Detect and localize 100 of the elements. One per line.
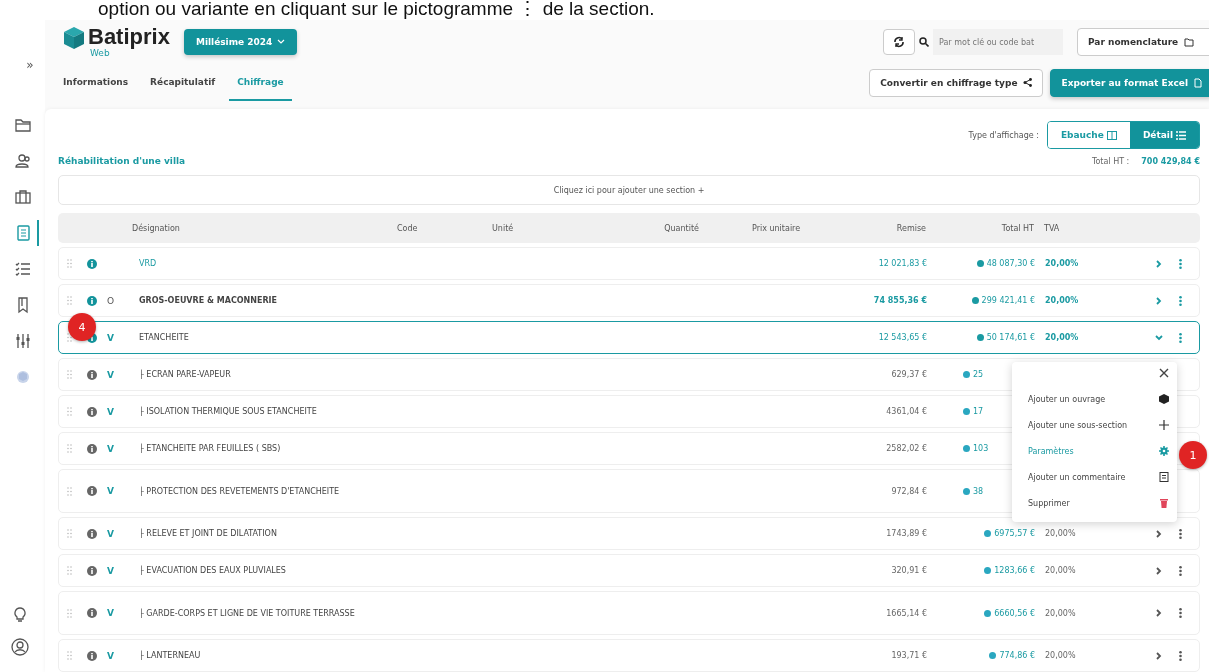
drag-handle-icon[interactable] xyxy=(67,259,72,268)
discount-value: 12 021,83 € xyxy=(877,259,927,268)
total-value: 299 421,41 € xyxy=(927,296,1035,305)
settings-icon xyxy=(1159,446,1169,456)
designation-text: ├ ECRAN PARE-VAPEUR xyxy=(138,369,232,380)
total-label: Total HT : xyxy=(1091,156,1130,166)
export-button[interactable]: Exporter au format Excel xyxy=(1050,68,1209,97)
subsection-row[interactable]: V ├ GARDE-CORPS ET LIGNE DE VIE TOITURE TERRASSE 1665,14 € 6660,56 € 20,00% xyxy=(58,591,1200,635)
refresh-button[interactable] xyxy=(883,29,915,56)
list-icon xyxy=(1176,130,1186,140)
user-avatar-icon[interactable] xyxy=(11,638,29,656)
checklist-icon xyxy=(14,260,32,278)
menu-item-label: Ajouter une sous-section xyxy=(1028,420,1128,430)
column-header: Prix unitaire xyxy=(751,223,802,233)
column-header: Remise xyxy=(895,223,926,233)
menu-item[interactable]: Supprimer xyxy=(1028,490,1169,516)
more-options-icon[interactable] xyxy=(1178,650,1182,661)
file-icon xyxy=(1194,77,1202,88)
more-options-icon[interactable] xyxy=(1178,332,1182,343)
designation-text: ├ PROTECTION DES REVETEMENTS D'ETANCHEITE xyxy=(138,485,341,497)
more-options-icon[interactable] xyxy=(1178,565,1182,576)
drag-handle-icon[interactable] xyxy=(67,296,72,305)
drag-handle-icon[interactable] xyxy=(67,529,72,538)
designation-text: ├ ISOLATION THERMIQUE SOUS ETANCHEITE xyxy=(138,406,318,417)
logo-cube-icon xyxy=(62,26,86,51)
chevron-right-icon xyxy=(1155,529,1163,538)
display-type-label: Type d'affichage : xyxy=(968,130,1039,140)
chevron-down-icon xyxy=(1155,333,1163,342)
nomenclature-button[interactable]: Par nomenclature xyxy=(1077,28,1209,57)
column-header: Quantité xyxy=(663,223,699,233)
drag-handle-icon[interactable] xyxy=(67,566,72,575)
tab[interactable]: Récapitulatif xyxy=(142,67,224,101)
trash-icon xyxy=(1159,498,1169,508)
drag-handle-icon[interactable] xyxy=(67,333,72,342)
menu-item[interactable]: Paramètres xyxy=(1028,438,1169,464)
note-icon xyxy=(1159,472,1169,482)
add-section-bar[interactable]: Cliquez ici pour ajouter une section + xyxy=(58,175,1200,205)
total-value: 48 087,30 € xyxy=(927,259,1035,268)
more-options-icon[interactable] xyxy=(1178,608,1182,618)
expand-toggle[interactable]: » xyxy=(26,58,34,92)
designation-text: ├ ETANCHEITE PAR FEUILLES ( SBS) xyxy=(138,443,282,454)
subsection-row[interactable]: V ├ LANTERNEAU 193,71 € 774,86 € 20,00% xyxy=(58,639,1200,672)
section-row[interactable]: O GROS-OEUVRE & MACONNERIE 74 855,36 € 299 421,41 € 20,00% xyxy=(58,284,1200,317)
total-value: 6975,57 € xyxy=(927,529,1035,538)
variant-marker[interactable]: O xyxy=(107,295,133,306)
discount-value: 972,84 € xyxy=(890,486,927,496)
logo-subtitle: Web xyxy=(90,48,110,59)
discount-value: 193,71 € xyxy=(890,651,927,660)
total-value: 700 429,84 € xyxy=(1141,156,1200,166)
menu-item-label: Paramètres xyxy=(1028,446,1074,456)
subsection-row[interactable]: V ├ RELEVE ET JOINT DE DILATATION 1743,89 € 6975,57 € 20,00% xyxy=(58,517,1200,550)
menu-item-label: Ajouter un ouvrage xyxy=(1028,394,1106,404)
drag-handle-icon[interactable] xyxy=(67,370,72,379)
designation-text: ETANCHEITE xyxy=(138,332,190,343)
column-header: Code xyxy=(397,223,419,233)
edition-dropdown[interactable]: Millésime 2024 xyxy=(183,29,298,56)
menu-item-label: Ajouter un commentaire xyxy=(1028,472,1126,482)
document-icon xyxy=(14,224,32,242)
drag-handle-icon[interactable] xyxy=(67,486,72,496)
discount-value: 629,37 € xyxy=(890,370,927,379)
close-icon xyxy=(1159,368,1169,378)
project-title: Réhabilitation d'une villa xyxy=(58,156,186,166)
discount-value: 1743,89 € xyxy=(885,529,927,538)
menu-item-label: Supprimer xyxy=(1028,498,1070,508)
chevron-right-icon xyxy=(1155,566,1163,575)
folder-icon xyxy=(1184,37,1195,47)
column-header: Désignation xyxy=(132,223,181,233)
discount-value: 2582,02 € xyxy=(885,444,927,453)
drag-handle-icon[interactable] xyxy=(67,444,72,453)
discount-value: 1665,14 € xyxy=(885,608,927,618)
total-value: 50 174,61 € xyxy=(927,333,1035,342)
vat-value: 20,00% xyxy=(1044,333,1080,342)
tab[interactable]: Informations xyxy=(55,67,137,101)
refresh-icon xyxy=(893,36,905,49)
lightbulb-icon[interactable] xyxy=(11,606,29,624)
more-options-icon[interactable] xyxy=(1178,295,1182,306)
total-value: 1283,66 € xyxy=(927,566,1035,575)
more-options-icon[interactable] xyxy=(1178,528,1182,539)
display-option[interactable]: Détail xyxy=(1129,122,1199,148)
subsection-row[interactable]: V ├ EVACUATION DES EAUX PLUVIALES 320,91 € 1283,66 € 20,00% xyxy=(58,554,1200,587)
columns-icon xyxy=(1106,130,1117,140)
people-icon xyxy=(14,152,32,170)
designation-text: ├ EVACUATION DES EAUX PLUVIALES xyxy=(138,565,287,576)
more-options-icon[interactable] xyxy=(1178,258,1182,269)
search-field[interactable]: Par mot clé ou code bat xyxy=(933,29,1063,56)
drag-handle-icon[interactable] xyxy=(67,651,72,660)
drag-handle-icon[interactable] xyxy=(67,407,72,416)
close-button[interactable] xyxy=(1159,368,1169,378)
chevron-right-icon xyxy=(1155,296,1163,305)
search-icon xyxy=(919,37,929,48)
vat-value: 20,00% xyxy=(1044,566,1077,575)
designation-text: ├ LANTERNEAU xyxy=(138,650,202,661)
discount-value: 320,91 € xyxy=(890,566,927,575)
convert-button[interactable]: Convertir en chiffrage type xyxy=(869,68,1044,97)
column-header: TVA xyxy=(1043,223,1061,233)
caret-icon xyxy=(277,39,286,46)
caption-text: option ou variante en cliquant sur le pictogramme ⋮ de la section. xyxy=(97,0,656,20)
section-row[interactable]: VRD 12 021,83 € 48 087,30 € 20,00% xyxy=(58,247,1200,280)
discount-value: 12 543,65 € xyxy=(877,333,927,342)
drag-handle-icon[interactable] xyxy=(67,608,72,618)
